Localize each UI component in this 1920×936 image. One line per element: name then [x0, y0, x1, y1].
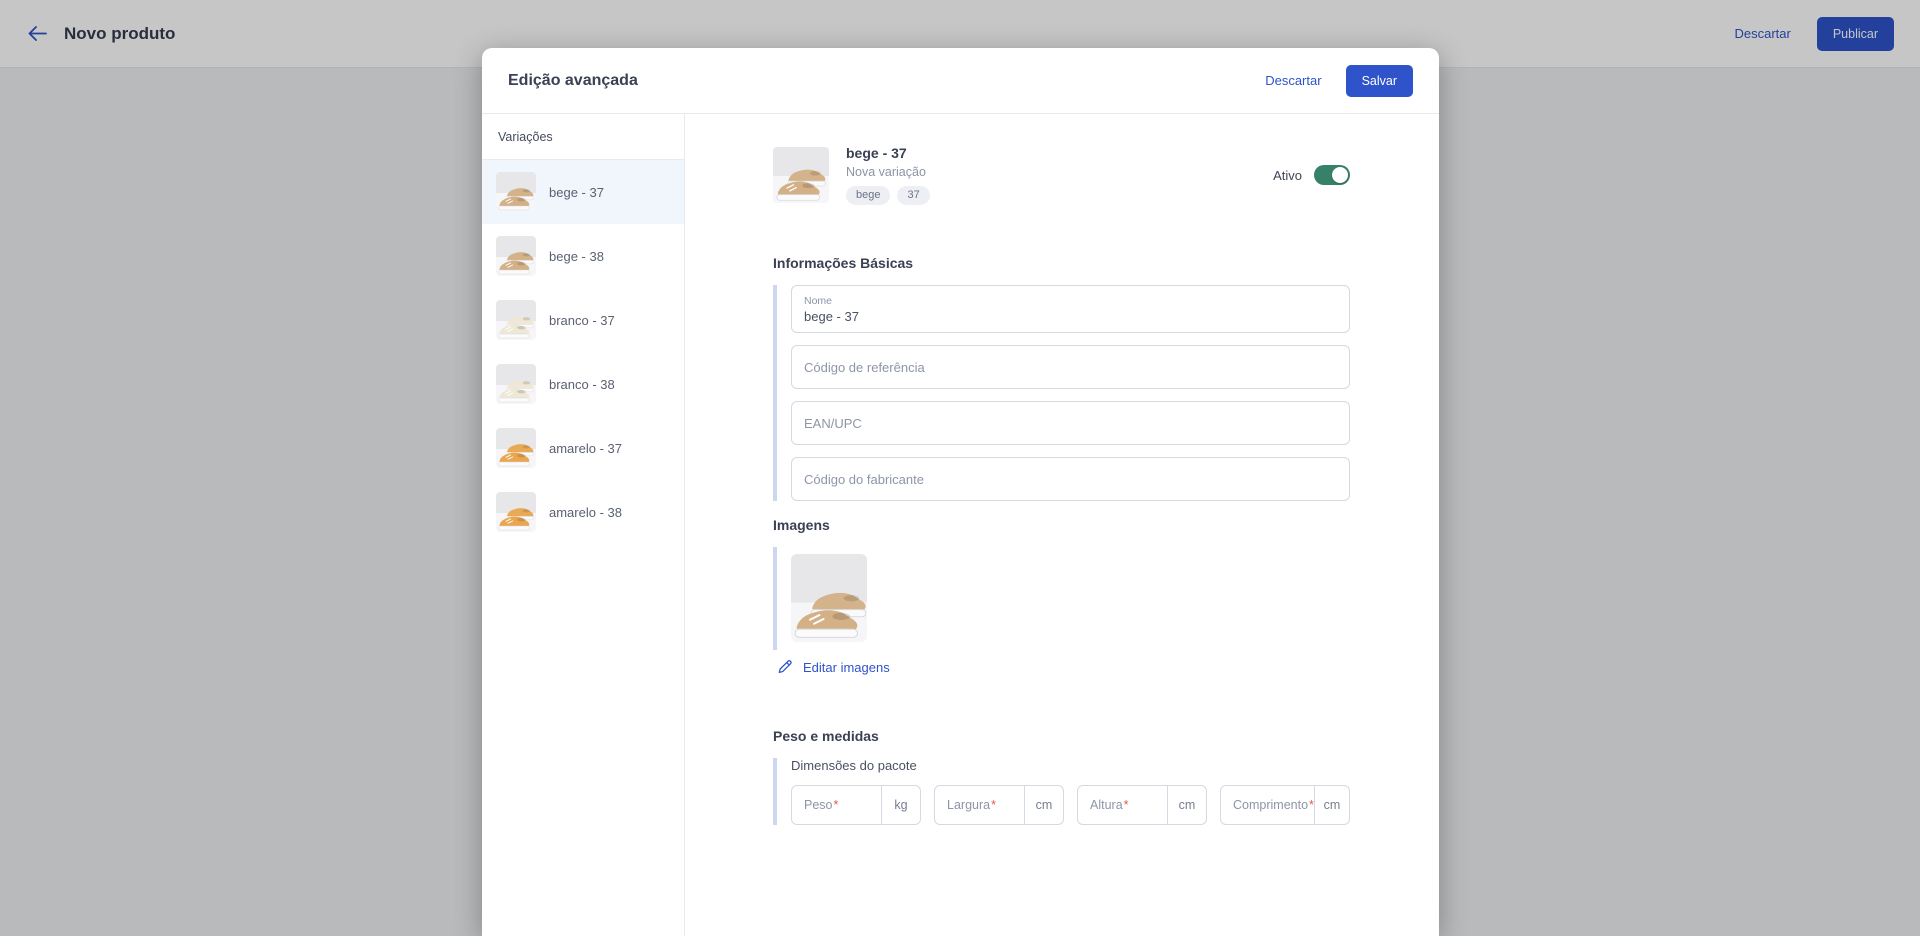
variation-label: bege - 37: [549, 185, 604, 200]
images-heading: Imagens: [773, 517, 1350, 533]
package-dimensions-label: Dimensões do pacote: [791, 758, 1350, 773]
weight-placeholder: Peso: [804, 798, 833, 812]
manufacturer-code-input[interactable]: [791, 457, 1350, 501]
basic-info-heading: Informações Básicas: [773, 255, 1350, 271]
tag-size: 37: [897, 186, 929, 205]
edit-images-button[interactable]: Editar imagens: [777, 659, 890, 675]
modal-discard-button[interactable]: Descartar: [1265, 73, 1321, 88]
basic-info-fields: Nome: [773, 285, 1350, 501]
variation-thumbnail: [496, 172, 536, 212]
width-field[interactable]: Largura* cm: [934, 785, 1064, 825]
variation-tags: bege 37: [846, 186, 930, 205]
ean-upc-input[interactable]: [791, 401, 1350, 445]
active-toggle[interactable]: [1314, 165, 1350, 185]
height-field[interactable]: Altura* cm: [1077, 785, 1207, 825]
variation-item-bege-37[interactable]: bege - 37: [482, 160, 684, 224]
width-placeholder: Largura: [947, 798, 990, 812]
variation-photo[interactable]: [791, 554, 867, 642]
shoe-image: [773, 147, 829, 203]
active-toggle-label: Ativo: [1273, 168, 1302, 183]
tag-color: bege: [846, 186, 890, 205]
height-unit: cm: [1168, 786, 1206, 824]
width-unit: cm: [1025, 786, 1063, 824]
variation-header: bege - 37 Nova variação bege 37 Ativo: [773, 145, 1350, 205]
variation-thumbnail: [496, 236, 536, 276]
basic-info-section: Informações Básicas Nome: [773, 255, 1350, 501]
variation-detail-panel: bege - 37 Nova variação bege 37 Ativo In…: [685, 114, 1439, 936]
name-input[interactable]: [804, 309, 1337, 324]
shoe-image: [496, 172, 536, 212]
required-marker: *: [1124, 798, 1129, 812]
variation-label: branco - 38: [549, 377, 615, 392]
variation-label: bege - 38: [549, 249, 604, 264]
shoe-image: [791, 554, 867, 642]
height-placeholder: Altura: [1090, 798, 1123, 812]
variations-header: Variações: [482, 114, 684, 160]
variation-label: branco - 37: [549, 313, 615, 328]
reference-code-input[interactable]: [791, 345, 1350, 389]
variation-item-amarelo-38[interactable]: amarelo - 38: [482, 480, 684, 544]
variations-sidebar: Variações bege - 37 bege - 38 branco - 3…: [482, 114, 685, 936]
modal-header: Edição avançada Descartar Salvar: [482, 48, 1439, 114]
shoe-image: [496, 364, 536, 404]
variation-label: amarelo - 38: [549, 505, 622, 520]
weight-unit: kg: [882, 786, 920, 824]
package-dimensions-group: Dimensões do pacote Peso* kg Largura* cm: [773, 758, 1350, 825]
variation-thumbnail: [496, 364, 536, 404]
required-marker: *: [991, 798, 996, 812]
variation-thumbnail: [496, 492, 536, 532]
modal-title: Edição avançada: [508, 72, 638, 90]
measures-heading: Peso e medidas: [773, 728, 1350, 744]
variation-item-branco-37[interactable]: branco - 37: [482, 288, 684, 352]
variation-label: amarelo - 37: [549, 441, 622, 456]
advanced-edit-modal: Edição avançada Descartar Salvar Variaçõ…: [482, 48, 1439, 936]
length-field[interactable]: Comprimento* cm: [1220, 785, 1350, 825]
length-unit: cm: [1315, 786, 1349, 824]
variation-main-thumbnail: [773, 147, 829, 203]
name-field[interactable]: Nome: [791, 285, 1350, 333]
shoe-image: [496, 236, 536, 276]
variation-title: bege - 37: [846, 145, 930, 161]
shoe-image: [496, 428, 536, 468]
shoe-image: [496, 300, 536, 340]
variation-item-branco-38[interactable]: branco - 38: [482, 352, 684, 416]
pencil-icon: [777, 659, 793, 675]
images-section: Imagens Editar imagens: [773, 517, 1350, 680]
save-button[interactable]: Salvar: [1346, 65, 1413, 97]
images-group: [773, 547, 1350, 650]
edit-images-label: Editar imagens: [803, 660, 890, 675]
shoe-image: [496, 492, 536, 532]
variation-item-amarelo-37[interactable]: amarelo - 37: [482, 416, 684, 480]
variation-item-bege-38[interactable]: bege - 38: [482, 224, 684, 288]
length-placeholder: Comprimento: [1233, 798, 1308, 812]
measures-section: Peso e medidas Dimensões do pacote Peso*…: [773, 728, 1350, 825]
variation-thumbnail: [496, 428, 536, 468]
weight-field[interactable]: Peso* kg: [791, 785, 921, 825]
variation-thumbnail: [496, 300, 536, 340]
required-marker: *: [834, 798, 839, 812]
name-field-label: Nome: [804, 295, 1337, 307]
variation-subtitle: Nova variação: [846, 165, 930, 179]
